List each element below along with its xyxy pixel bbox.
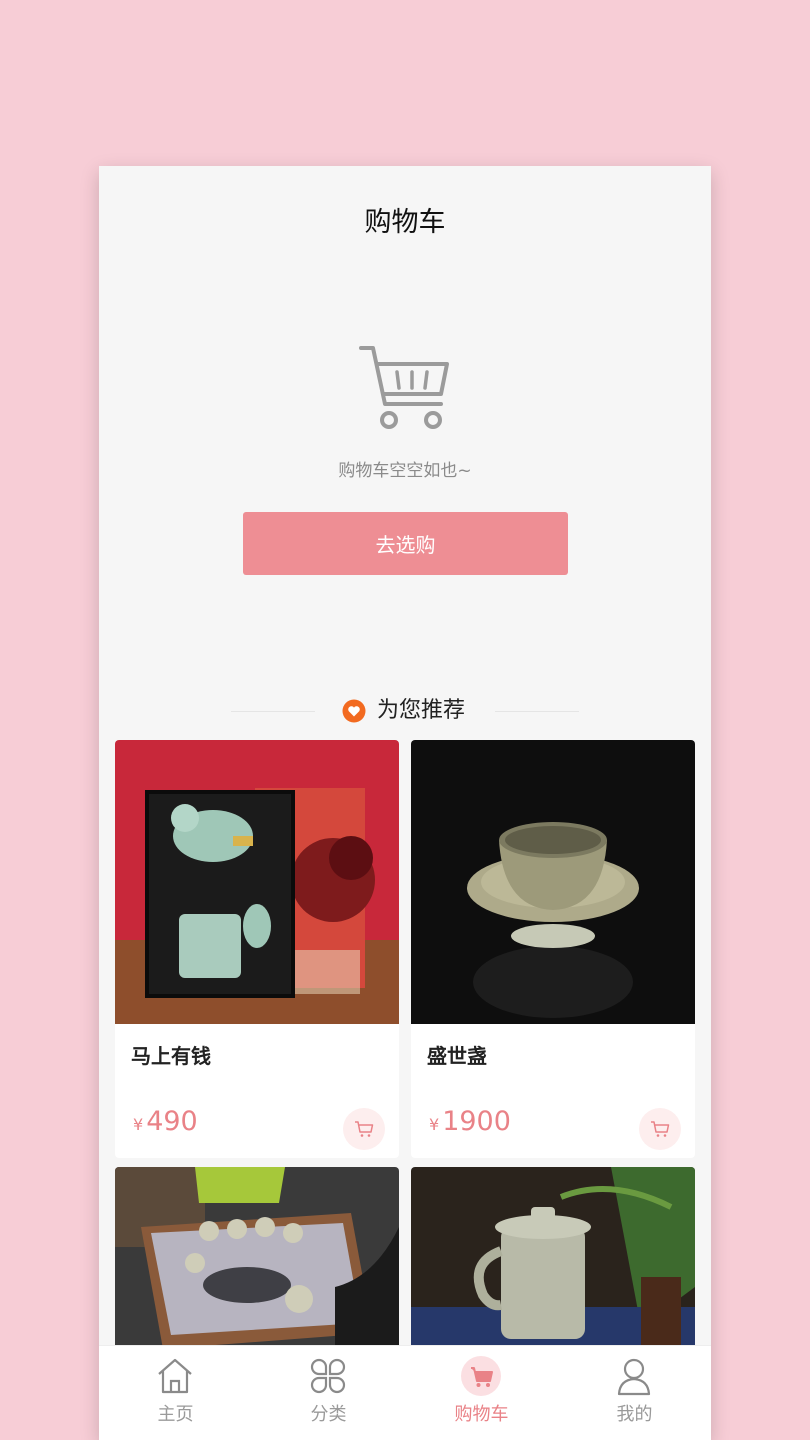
tab-label: 主页 [157,1404,194,1425]
go-shopping-button[interactable]: 去选购 [243,512,568,575]
recommend-title: 为您推荐 [377,698,466,723]
cart-add-icon [651,1121,670,1137]
product-card[interactable]: 马上有钱 ¥490 [115,740,399,1158]
divider [495,711,579,712]
empty-cart-message: 购物车空空如也~ [338,461,472,481]
product-price: ¥1900 [429,1106,511,1137]
price-value: 490 [146,1106,198,1137]
price-value: 1900 [442,1106,511,1137]
currency-symbol: ¥ [429,1115,440,1134]
user-icon [617,1358,651,1396]
add-to-cart-button[interactable] [639,1108,681,1150]
tab-label: 我的 [616,1404,653,1425]
product-card[interactable]: 盛世盏 ¥1900 [411,740,695,1158]
heart-icon [342,699,366,723]
shopping-cart-icon [359,346,449,429]
product-card[interactable] [115,1167,399,1367]
page-title: 购物车 [364,207,446,238]
tab-cart[interactable]: 购物车 [405,1346,558,1440]
product-price: ¥490 [133,1106,198,1137]
recommend-header: 为您推荐 [99,696,711,726]
product-image[interactable] [411,740,695,1024]
product-image[interactable] [411,1167,695,1367]
tab-home[interactable]: 主页 [99,1346,252,1440]
tab-profile[interactable]: 我的 [558,1346,711,1440]
cart-add-icon [355,1121,374,1137]
app-screen: 购物车 购物车空空如也~ 去选购 为您推荐 马上有钱 ¥ 490 盛世盏 ¥ 1… [99,166,711,1440]
tab-label: 分类 [310,1404,347,1425]
cart-icon [461,1356,501,1396]
product-name: 盛世盏 [427,1044,487,1068]
tab-label: 购物车 [454,1404,509,1425]
product-card[interactable] [411,1167,695,1367]
divider [231,711,315,712]
product-image[interactable] [115,740,399,1024]
add-to-cart-button[interactable] [343,1108,385,1150]
product-image[interactable] [115,1167,399,1367]
product-name: 马上有钱 [131,1044,211,1068]
category-icon [310,1358,346,1394]
home-icon [158,1358,192,1394]
tab-category[interactable]: 分类 [252,1346,405,1440]
currency-symbol: ¥ [133,1115,144,1134]
bottom-tab-bar: 主页 分类 购物车 我的 [99,1345,711,1440]
